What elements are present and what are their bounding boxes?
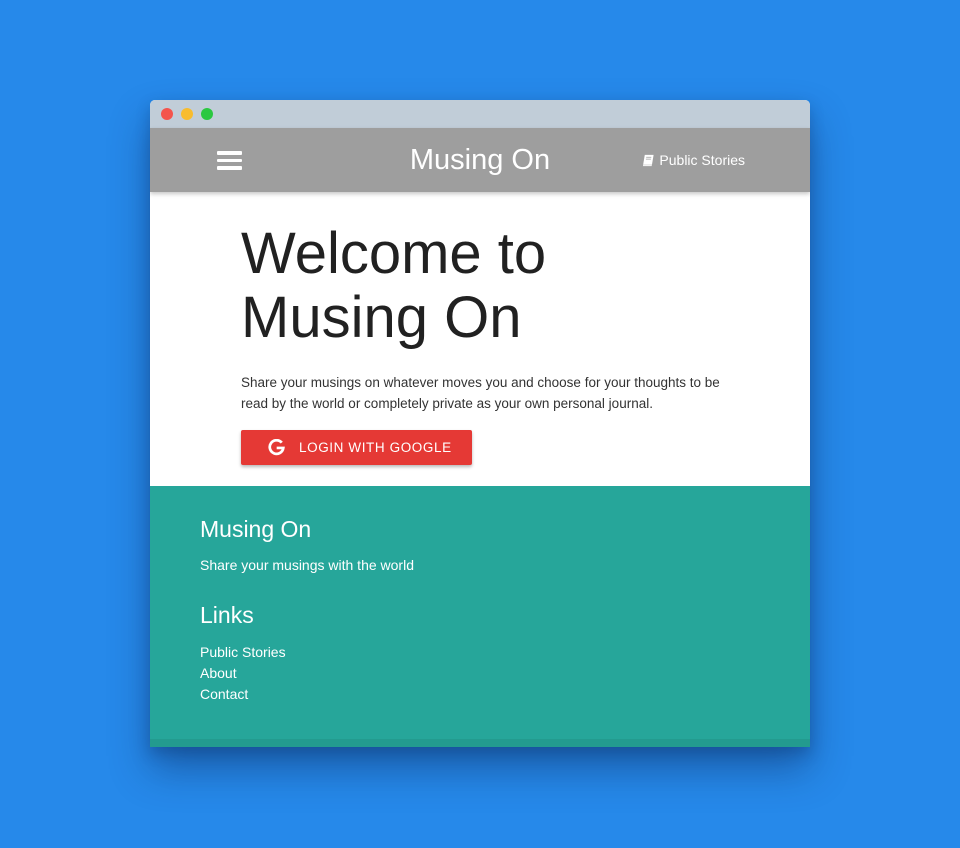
footer-links-list: Public Stories About Contact — [200, 642, 286, 705]
hero-title: Welcome to Musing On — [241, 222, 661, 350]
hero-title-line-1: Welcome to — [241, 221, 547, 286]
hero-title-line-2: Musing On — [241, 285, 522, 350]
login-button-label: LOGIN WITH GOOGLE — [299, 440, 452, 455]
hamburger-menu-icon[interactable] — [217, 150, 242, 171]
footer-title: Musing On — [200, 516, 312, 542]
footer-bottom-bar — [150, 739, 810, 747]
footer-link-public-stories[interactable]: Public Stories — [200, 642, 286, 663]
brand-logo[interactable]: Musing On — [410, 144, 550, 176]
book-icon — [643, 154, 655, 166]
footer-link-contact[interactable]: Contact — [200, 684, 286, 705]
browser-window: Musing On Public Stories Welcome to Musi… — [150, 100, 810, 747]
footer-link-about[interactable]: About — [200, 663, 286, 684]
footer-links-heading: Links — [200, 602, 254, 628]
nav-link-public-stories[interactable]: Public Stories — [642, 128, 745, 192]
hero-description: Share your musings on whatever moves you… — [241, 375, 720, 411]
maximize-window-button[interactable] — [201, 108, 213, 120]
window-titlebar — [150, 100, 810, 128]
login-with-google-button[interactable]: LOGIN WITH GOOGLE — [241, 430, 472, 465]
hero-section: Welcome to Musing On Share your musings … — [150, 192, 810, 486]
footer-tagline: Share your musings with the world — [200, 557, 414, 573]
close-window-button[interactable] — [161, 108, 173, 120]
page-footer: Musing On Share your musings with the wo… — [150, 486, 810, 747]
nav-link-label: Public Stories — [659, 152, 745, 168]
minimize-window-button[interactable] — [181, 108, 193, 120]
top-navbar: Musing On Public Stories — [150, 128, 810, 192]
google-icon — [268, 439, 285, 456]
